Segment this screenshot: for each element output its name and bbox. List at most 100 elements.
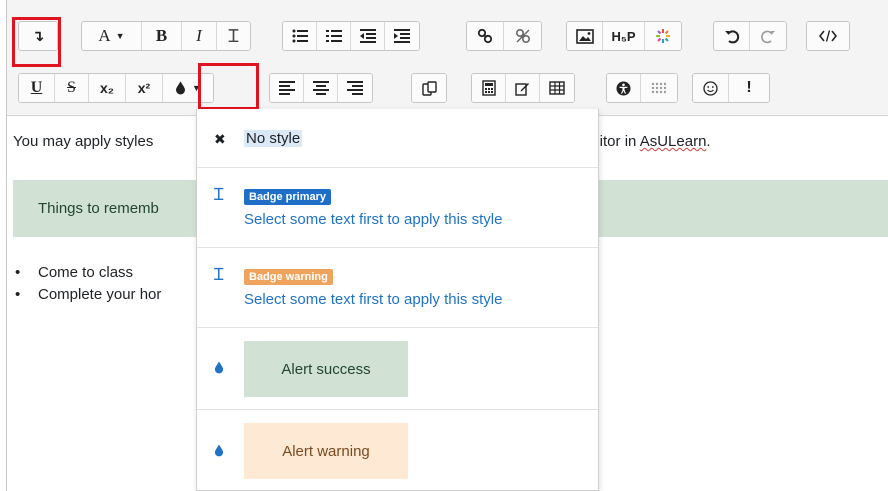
superscript-icon: x² bbox=[137, 80, 151, 96]
misspelled-word: AsULearn bbox=[639, 133, 707, 150]
toolbar-group-insert bbox=[471, 73, 575, 103]
chevron-down-icon: ▼ bbox=[115, 31, 125, 41]
redo-button[interactable] bbox=[750, 22, 786, 50]
intro-text-tail: editor in AsULearn. bbox=[583, 133, 711, 150]
menu-item-badge-primary[interactable]: Ɪ Badge primary Select some text first t… bbox=[197, 168, 598, 248]
badge-warning-label: Badge warning bbox=[244, 269, 333, 285]
chevron-down-icon: ▼ bbox=[192, 83, 201, 93]
bold-button[interactable]: B bbox=[142, 22, 182, 50]
toolbar-group-text: A ▼ B I Ɪ bbox=[81, 21, 251, 51]
undo-button[interactable] bbox=[714, 22, 750, 50]
table-icon bbox=[549, 81, 565, 95]
badge-warning-hint: Select some text first to apply this sty… bbox=[244, 291, 503, 308]
show-more-icon: ↴ bbox=[31, 28, 45, 45]
superscript-button[interactable]: x² bbox=[126, 74, 163, 102]
intro-tail-suffix: . bbox=[706, 133, 711, 150]
important-button[interactable]: ! bbox=[729, 74, 769, 102]
droplet-icon bbox=[214, 361, 224, 374]
alert-success-label: Alert success bbox=[281, 360, 371, 378]
toolbar-group-format2: U S x₂ x² ▼ bbox=[18, 73, 214, 103]
close-icon: ✖ bbox=[214, 131, 226, 147]
toolbar-group-html bbox=[806, 21, 850, 51]
undo-icon bbox=[724, 30, 739, 44]
alert-warning-label: Alert warning bbox=[282, 442, 370, 460]
toolbar-group-history bbox=[713, 21, 787, 51]
insert-panopto-button[interactable] bbox=[645, 22, 681, 50]
toolbar-group-accessibility bbox=[606, 73, 678, 103]
list-item: Complete your hor bbox=[13, 284, 161, 306]
toolbar-group-lists bbox=[282, 21, 420, 51]
menu-item-badge-warning[interactable]: Ɪ Badge warning Select some text first t… bbox=[197, 248, 598, 328]
strikethrough-button[interactable]: S bbox=[55, 74, 89, 102]
align-center-icon bbox=[312, 81, 329, 95]
accessibility-checker-button[interactable] bbox=[607, 74, 641, 102]
intro-text: You may apply styles bbox=[13, 133, 154, 150]
link-icon bbox=[477, 28, 493, 44]
alert-warning-preview: Alert warning bbox=[244, 423, 408, 479]
droplet-icon bbox=[176, 81, 186, 95]
text-cursor-icon: Ɪ bbox=[214, 185, 224, 204]
badge-primary-label: Badge primary bbox=[244, 189, 332, 205]
braille-icon bbox=[651, 82, 667, 94]
table-button[interactable] bbox=[540, 74, 574, 102]
badge-primary-hint: Select some text first to apply this sty… bbox=[244, 211, 503, 228]
styles-dropdown-menu: ✖ No style Ɪ Badge primary Select some t… bbox=[196, 109, 599, 491]
edit-icon bbox=[515, 82, 529, 96]
strikethrough-icon: S bbox=[67, 79, 76, 96]
accessibility-icon bbox=[616, 81, 631, 95]
toolbar-group-paste bbox=[411, 73, 447, 103]
align-center-button[interactable] bbox=[304, 74, 338, 102]
image-icon bbox=[575, 28, 594, 44]
align-left-button[interactable] bbox=[270, 74, 304, 102]
unlink-button[interactable] bbox=[504, 22, 541, 50]
font-size-button[interactable]: A ▼ bbox=[82, 22, 142, 50]
show-more-buttons-button[interactable]: ↴ bbox=[19, 22, 57, 50]
italic-button[interactable]: I bbox=[182, 22, 217, 50]
calculator-icon bbox=[481, 80, 496, 96]
edit-button[interactable] bbox=[506, 74, 540, 102]
unordered-list-icon bbox=[292, 29, 308, 43]
toolbar-group-links bbox=[466, 21, 542, 51]
italic-icon: I bbox=[196, 26, 202, 45]
html-source-button[interactable] bbox=[807, 22, 849, 50]
outdent-icon bbox=[359, 29, 376, 43]
alert-success-preview: Alert success bbox=[244, 341, 408, 397]
text-editor: ↴ A ▼ B I Ɪ H₅P U S x₂ x² ▼ ! You may ap… bbox=[6, 0, 888, 491]
clear-formatting-button[interactable]: Ɪ bbox=[217, 22, 250, 50]
toolbar-group-media: H₅P bbox=[566, 21, 682, 51]
unordered-list-button[interactable] bbox=[283, 22, 317, 50]
calculator-button[interactable] bbox=[472, 74, 506, 102]
align-right-icon bbox=[347, 81, 363, 95]
menu-item-alert-warning[interactable]: Alert warning bbox=[197, 410, 598, 491]
menu-item-no-style[interactable]: ✖ No style bbox=[197, 109, 598, 168]
font-size-label: A bbox=[98, 26, 111, 45]
paste-icon bbox=[421, 80, 437, 96]
align-right-button[interactable] bbox=[338, 74, 372, 102]
indent-button[interactable] bbox=[385, 22, 419, 50]
emoji-button[interactable] bbox=[693, 74, 729, 102]
list-item: Come to class bbox=[13, 262, 161, 284]
menu-item-alert-success[interactable]: Alert success bbox=[197, 328, 598, 410]
h5p-icon: H₅P bbox=[611, 28, 636, 44]
redo-icon bbox=[761, 30, 775, 44]
link-button[interactable] bbox=[467, 22, 504, 50]
unlink-icon bbox=[515, 28, 530, 44]
screen-reader-helper-button[interactable] bbox=[641, 74, 677, 102]
styles-dropdown-button[interactable]: ▼ bbox=[163, 74, 213, 102]
editor-toolbar: ↴ A ▼ B I Ɪ H₅P U S x₂ x² ▼ ! bbox=[7, 0, 888, 116]
outdent-button[interactable] bbox=[351, 22, 385, 50]
paste-button[interactable] bbox=[412, 74, 446, 102]
insert-h5p-button[interactable]: H₅P bbox=[603, 22, 645, 50]
ordered-list-button[interactable] bbox=[317, 22, 351, 50]
bullet-list: Come to class Complete your hor bbox=[13, 262, 161, 306]
exclamation-icon: ! bbox=[746, 79, 752, 96]
alert-text: Things to rememb bbox=[38, 200, 159, 217]
smiley-icon bbox=[703, 80, 718, 96]
insert-image-button[interactable] bbox=[567, 22, 603, 50]
indent-icon bbox=[394, 29, 410, 43]
subscript-button[interactable]: x₂ bbox=[89, 74, 126, 102]
code-icon bbox=[819, 30, 837, 42]
underline-button[interactable]: U bbox=[19, 74, 55, 102]
clear-formatting-icon: Ɪ bbox=[228, 26, 239, 46]
text-cursor-icon: Ɪ bbox=[214, 265, 224, 284]
